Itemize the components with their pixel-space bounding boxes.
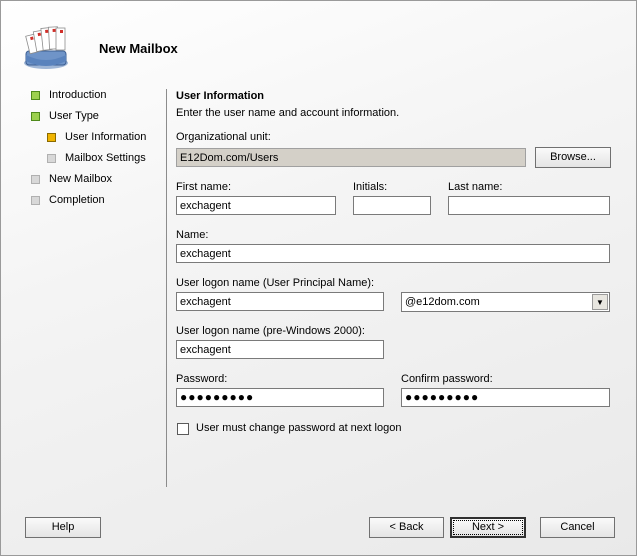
cancel-button[interactable]: Cancel xyxy=(540,517,615,538)
section-description: Enter the user name and account informat… xyxy=(176,107,400,119)
password-label: Password: xyxy=(176,373,228,385)
initials-label: Initials: xyxy=(353,181,388,193)
browse-button[interactable]: Browse... xyxy=(535,147,611,168)
vertical-divider xyxy=(166,89,167,487)
first-name-field[interactable] xyxy=(176,196,336,215)
initials-field[interactable] xyxy=(353,196,431,215)
last-name-label: Last name: xyxy=(448,181,503,193)
confirm-password-field[interactable]: ●●●●●●●●● xyxy=(401,388,610,407)
domain-dropdown-value: @e12dom.com xyxy=(405,296,480,308)
mailbox-icon xyxy=(24,26,68,69)
last-name-field[interactable] xyxy=(448,196,610,215)
dropdown-arrow-icon[interactable]: ▼ xyxy=(592,294,608,310)
step-complete-icon xyxy=(31,91,40,100)
upn-field[interactable] xyxy=(176,292,384,311)
section-title: User Information xyxy=(176,90,265,102)
wizard-header: New Mailbox xyxy=(1,1,636,79)
first-name-label: First name: xyxy=(176,181,232,193)
step-pending-icon xyxy=(31,175,40,184)
password-field[interactable]: ●●●●●●●●● xyxy=(176,388,384,407)
upn-label: User logon name (User Principal Name): xyxy=(176,277,375,289)
must-change-password-label: User must change password at next logon xyxy=(196,422,402,434)
back-button[interactable]: < Back xyxy=(369,517,444,538)
pre2000-label: User logon name (pre-Windows 2000): xyxy=(176,325,365,337)
org-unit-field[interactable] xyxy=(176,148,526,167)
name-label: Name: xyxy=(176,229,209,241)
step-complete-icon xyxy=(31,112,40,121)
pre2000-logon-field[interactable] xyxy=(176,340,384,359)
step-pending-icon xyxy=(47,154,56,163)
domain-dropdown[interactable]: @e12dom.com ▼ xyxy=(401,292,610,312)
next-button[interactable]: Next > xyxy=(450,517,526,538)
must-change-password-checkbox[interactable] xyxy=(177,423,189,435)
step-current-icon xyxy=(47,133,56,142)
help-button[interactable]: Help xyxy=(25,517,101,538)
name-field[interactable] xyxy=(176,244,610,263)
confirm-password-label: Confirm password: xyxy=(401,373,493,385)
wizard-window: New Mailbox Introduction User Type User … xyxy=(0,0,637,556)
step-pending-icon xyxy=(31,196,40,205)
wizard-title: New Mailbox xyxy=(99,41,178,56)
org-unit-label: Organizational unit: xyxy=(176,131,271,143)
